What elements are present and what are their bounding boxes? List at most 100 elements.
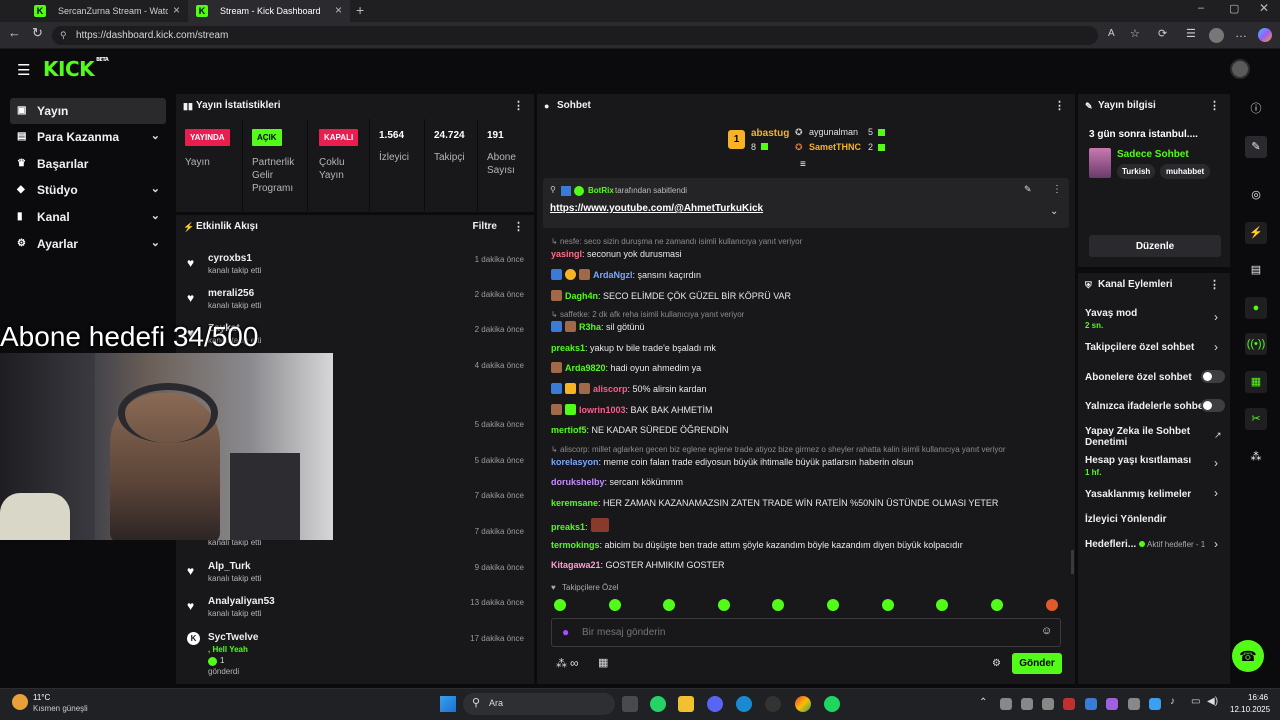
infinity-icon[interactable]: ∞ [570,656,579,670]
sidebar-item-ayarlar[interactable]: ⚙ Ayarlar ⌄ [10,231,166,257]
microphone-icon[interactable]: ● [562,625,569,639]
tag-chip[interactable]: muhabbet [1160,164,1211,179]
tray-app-icon[interactable] [1085,698,1097,710]
slow-mode-item[interactable]: Yavaş mod 2 sn. [1085,308,1225,331]
tab-sercanzurna[interactable]: K SercanZurna Stream - Watch Live × [26,0,188,22]
chat-input[interactable]: ● ☺ [551,618,1061,647]
feed-username[interactable]: Analyaliyan53 [208,596,275,607]
chat-username[interactable]: Arda9820 [565,363,606,373]
emotes-only-toggle[interactable] [1201,399,1225,412]
chevron-right-icon[interactable]: › [1214,486,1218,500]
filter-button[interactable]: Filtre [473,215,497,239]
sidebar-item-para-kazanma[interactable]: ▤ Para Kazanma ⌄ [10,124,166,150]
chevron-right-icon[interactable]: › [1214,310,1218,324]
grid-icon[interactable]: ▦ [1245,371,1267,393]
goals-item[interactable]: Hedefleri... [1085,539,1145,550]
tag-chip[interactable]: Turkish [1117,164,1156,179]
emote-icon[interactable] [663,599,675,611]
minimize-icon[interactable]: – [1198,2,1204,14]
followers-only-item[interactable]: Takipçilere özel sohbet [1085,342,1225,353]
category-link[interactable]: Sadece Sohbet [1117,149,1189,160]
chat-support-icon[interactable]: ☎ [1232,640,1264,672]
chat-username[interactable]: Kitagawa21 [551,560,601,570]
tray-chevron-icon[interactable]: ⌃ [979,697,987,708]
feed-username[interactable]: SycTwelve [208,632,258,643]
chevron-right-icon[interactable]: › [1214,537,1218,551]
volume-icon[interactable]: ◀) [1207,696,1218,707]
emote-icon[interactable] [718,599,730,611]
emote-icon[interactable] [554,599,566,611]
wrench-icon[interactable]: ✂ [1245,408,1267,430]
edit-button[interactable]: Düzenle [1089,235,1221,257]
chat-username[interactable]: termokings [551,540,600,550]
apps-icon[interactable]: ⁂ [1245,446,1267,468]
chat-username[interactable]: R3ha [579,322,601,332]
kick-logo[interactable]: KICK BETA [43,57,109,81]
banned-words-item[interactable]: Yasaklanmış kelimeler [1085,489,1225,500]
file-explorer-icon[interactable] [678,696,694,712]
chat-username[interactable]: lowrin1003 [579,405,626,415]
hamburger-menu-icon[interactable]: ☰ [17,61,30,79]
chevron-right-icon[interactable]: › [1214,456,1218,470]
chevron-down-icon[interactable]: ⌄ [1050,206,1058,217]
chat-message-field[interactable] [582,624,1022,641]
read-aloud-icon[interactable]: A [1108,28,1115,39]
settings-gear-icon[interactable]: ⚙ [992,658,1001,669]
feed-username[interactable]: Alp_Turk [208,561,251,572]
top-gifter-name[interactable]: SametTHNC [809,142,861,152]
favorite-star-icon[interactable]: ☆ [1130,27,1140,40]
subscribers-only-toggle[interactable] [1201,370,1225,383]
document-icon[interactable]: ▤ [1245,259,1267,281]
ai-moderation-item[interactable]: Yapay Zeka ile Sohbet Denetimi [1085,426,1205,448]
steam-icon[interactable] [765,696,781,712]
send-button[interactable]: Gönder [1012,653,1062,674]
emoji-icon[interactable]: ☺ [1041,625,1052,637]
emote-icon[interactable] [827,599,839,611]
chat-username[interactable]: preaks1 [551,522,585,532]
top-gifter-name[interactable]: abastug [751,128,789,139]
close-window-icon[interactable]: ✕ [1259,1,1269,15]
chat-username[interactable]: dorukshelby [551,477,605,487]
edit-pencil-icon[interactable]: ✎ [1245,136,1267,158]
chat-bubble-icon[interactable]: ● [1245,297,1267,319]
site-info-icon[interactable]: ⚲ [60,26,67,45]
back-icon[interactable]: ← [8,25,21,40]
tab-kick-dashboard[interactable]: K Stream - Kick Dashboard × [188,0,350,22]
network-icon[interactable]: ▭ [1191,696,1200,707]
sidebar-item-kanal[interactable]: ▮ Kanal ⌄ [10,204,166,230]
chat-username[interactable]: yasingl [551,249,582,259]
tray-app-icon[interactable] [1063,698,1075,710]
pinned-by[interactable]: BotRix [588,186,614,195]
more-options-icon[interactable]: ⋮ [1052,184,1062,195]
more-options-icon[interactable]: ⋮ [513,94,524,118]
new-tab-icon[interactable]: + [356,2,364,18]
tray-app-icon[interactable] [1128,698,1140,710]
close-tab-icon[interactable]: × [173,3,180,17]
external-link-icon[interactable]: ↗ [1214,430,1222,441]
lightning-icon[interactable]: ⚡ [1245,222,1267,244]
chat-username[interactable]: aliscorp [593,384,628,394]
close-tab-icon[interactable]: × [335,3,342,17]
edge-icon[interactable] [736,696,752,712]
chat-username[interactable]: ArdaNgzl [593,270,633,280]
emote-icon[interactable] [991,599,1003,611]
store-icon[interactable]: ▦ [598,656,608,669]
sidebar-item-yayin[interactable]: ▣ Yayın [10,98,166,124]
extensions-icon[interactable]: ⟳ [1158,27,1167,40]
raid-item[interactable]: İzleyici Yönlendir [1085,514,1225,525]
kick-points-icon[interactable]: ⁂ [556,657,567,670]
collapse-arrow-icon[interactable]: ≡ [800,159,806,170]
emote-icon[interactable] [882,599,894,611]
clock-date[interactable]: 12.10.2025 [1230,705,1270,714]
tray-app-icon[interactable] [1042,698,1054,710]
feed-username[interactable]: merali256 [208,288,254,299]
microphone-tray-icon[interactable]: ♪ [1170,696,1175,707]
chevron-right-icon[interactable]: › [1214,340,1218,354]
pinned-link[interactable]: https://www.youtube.com/@AhmetTurkuKick [550,203,763,214]
sidebar-item-studyo[interactable]: ◆ Stüdyo ⌄ [10,177,166,203]
account-age-item[interactable]: Hesap yaşı kısıtlaması 1 hf. [1085,455,1225,478]
emote-icon[interactable] [936,599,948,611]
task-view-icon[interactable] [622,696,638,712]
chat-username[interactable]: Dagh4n [565,291,598,301]
feed-username[interactable]: cyroxbs1 [208,253,252,264]
